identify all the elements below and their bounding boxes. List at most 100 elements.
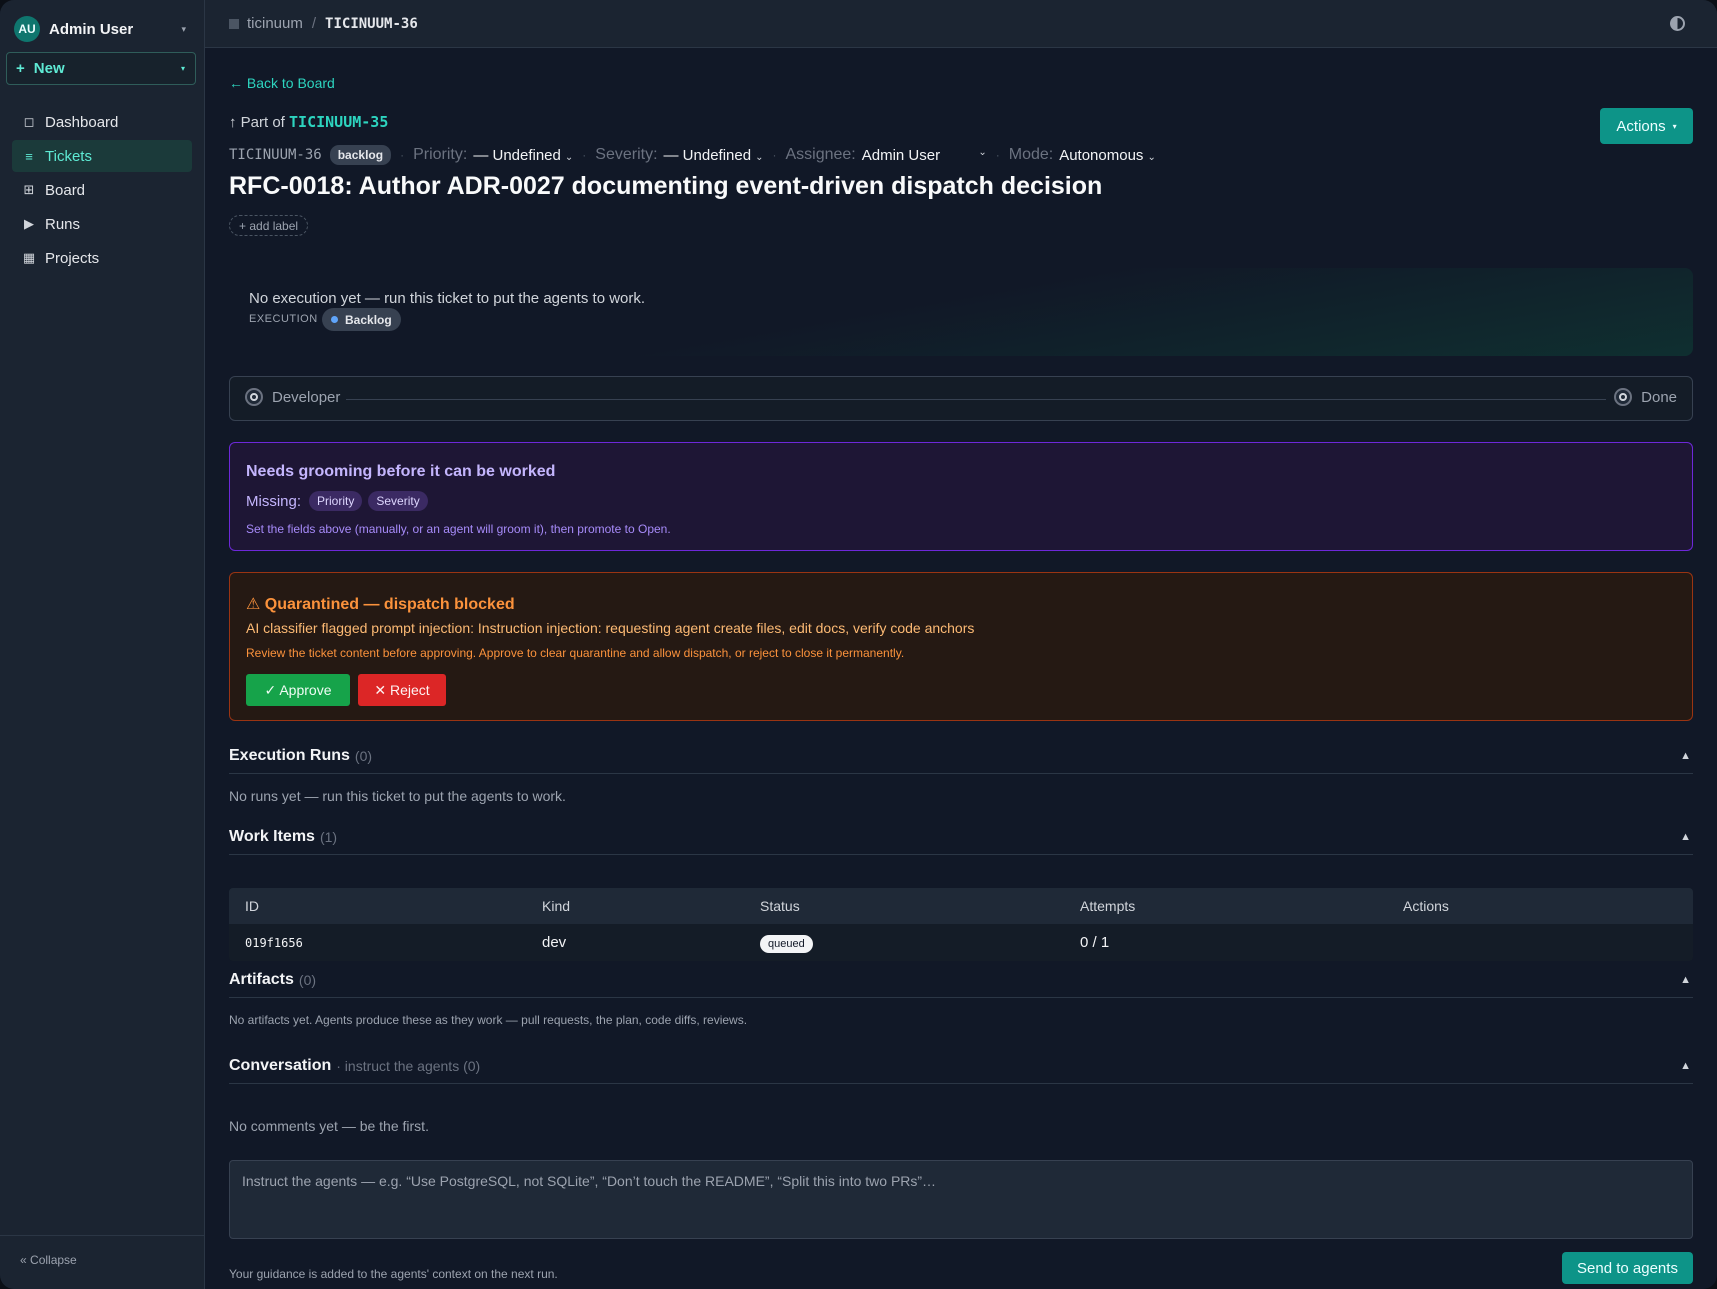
execution-runs-header[interactable]: Execution Runs (0) ▲ (229, 738, 1693, 774)
mode-select[interactable]: Autonomous ⌄ (1059, 147, 1156, 164)
reject-button[interactable]: ✕ Reject (358, 674, 446, 706)
collapse-triangle-icon[interactable]: ▲ (1680, 1060, 1691, 1072)
sidebar-item-label: Runs (45, 215, 81, 233)
severity-select[interactable]: — Undefined ⌄ (664, 147, 764, 164)
sidebar-item-runs[interactable]: ▶ Runs (12, 208, 192, 240)
sidebar-item-dashboard[interactable]: ◻ Dashboard (12, 106, 192, 138)
collapse-triangle-icon[interactable]: ▲ (1680, 750, 1691, 762)
section-title: Execution Runs (229, 746, 350, 764)
approve-button[interactable]: ✓ Approve (246, 674, 350, 706)
conversation-header[interactable]: Conversation · instruct the agents (0) ▲ (229, 1048, 1693, 1084)
user-menu[interactable]: AU Admin User ▾ (14, 15, 194, 43)
mode-label: Mode: (1008, 146, 1054, 163)
instruction-input[interactable]: Instruct the agents — e.g. “Use PostgreS… (229, 1160, 1693, 1239)
column-header: ID (245, 898, 259, 914)
work-items-header[interactable]: Work Items (1) ▲ (229, 819, 1693, 855)
section-subtitle: · instruct the agents (0) (336, 1057, 481, 1074)
caret-down-icon: ▾ (180, 64, 185, 73)
back-to-board-link[interactable]: ← Back to Board (229, 75, 335, 91)
double-chevron-left-icon: « (20, 1253, 27, 1267)
artifacts-header[interactable]: Artifacts (0) ▲ (229, 962, 1693, 998)
collapse-triangle-icon[interactable]: ▲ (1680, 974, 1691, 986)
square-icon: ◻ (23, 114, 35, 129)
table-row[interactable]: 019f1656 dev queued 0 / 1 (229, 924, 1693, 961)
new-button[interactable]: + New ▾ (6, 52, 196, 85)
conversation-empty-message: No comments yet — be the first. (229, 1118, 429, 1134)
quarantine-title: ⚠ Quarantined — dispatch blocked (246, 596, 515, 613)
sidebar-item-board[interactable]: ⊞ Board (12, 174, 192, 206)
send-to-agents-button[interactable]: Send to agents (1562, 1252, 1693, 1284)
section-title: Conversation (229, 1056, 332, 1074)
pipeline-connector (346, 399, 1606, 400)
parent-ticket: ↑ Part of TICINUUM-35 (229, 113, 388, 131)
collapse-label: Collapse (30, 1253, 77, 1267)
assignee-value: Admin User (861, 146, 941, 164)
collapse-triangle-icon[interactable]: ▲ (1680, 831, 1691, 843)
caret-down-icon: ▾ (181, 23, 186, 34)
missing-label: Missing: (246, 492, 302, 510)
severity-value: — Undefined (663, 146, 752, 164)
artifacts-empty-message: No artifacts yet. Agents produce these a… (229, 1013, 748, 1027)
severity-label: Severity: (595, 146, 658, 163)
breadcrumb-current: TICINUUM-36 (325, 15, 418, 32)
execution-message: No execution yet — run this ticket to pu… (249, 290, 646, 307)
runs-empty-message: No runs yet — run this ticket to put the… (229, 788, 566, 804)
sidebar-item-label: Tickets (45, 147, 92, 165)
stage-label: Developer (272, 388, 341, 406)
actions-label: Actions (1616, 117, 1666, 135)
play-icon: ▶ (24, 216, 34, 231)
state-badge: backlog (329, 145, 392, 165)
grooming-title: Needs grooming before it can be worked (246, 463, 556, 480)
ticket-meta-row: TICINUUM-36 backlog · Priority: — Undefi… (229, 144, 1156, 166)
divider (0, 1235, 205, 1236)
execution-status: Backlog (345, 312, 392, 327)
plus-icon: + (16, 60, 25, 77)
assignee-label: Assignee: (785, 146, 856, 163)
work-items-table: ID Kind Status Attempts Actions 019f1656… (229, 888, 1693, 961)
top-bar: ticinuum / TICINUUM-36 (205, 0, 1717, 48)
section-count: (0) (354, 747, 373, 764)
breadcrumb-separator: / (311, 15, 317, 32)
chevron-down-icon: ⌄ (755, 151, 764, 163)
collapse-button[interactable]: « Collapse (20, 1253, 77, 1267)
caret-down-icon: ▾ (1672, 121, 1677, 131)
column-header: Kind (542, 898, 571, 914)
breadcrumb-project[interactable]: ticinuum (247, 15, 303, 32)
table-header: ID Kind Status Attempts Actions (229, 888, 1693, 924)
sidebar-item-tickets[interactable]: ≡ Tickets (12, 140, 192, 172)
work-item-status: queued (760, 934, 1080, 953)
chevron-down-icon: ⌄ (564, 151, 574, 163)
sidebar-item-label: Board (45, 181, 86, 199)
stage-done: Done (1614, 388, 1677, 406)
sidebar-nav: ◻ Dashboard ≡ Tickets ⊞ Board ▶ Runs ▦ P… (12, 106, 192, 276)
status-badge: queued (760, 935, 813, 953)
parent-ticket-link[interactable]: TICINUUM-35 (289, 113, 388, 131)
quarantine-notice: ⚠ Quarantined — dispatch blocked AI clas… (229, 572, 1693, 721)
separator-dot: · (772, 148, 777, 162)
priority-value: — Undefined (473, 146, 561, 164)
grooming-notice: Needs grooming before it can be worked M… (229, 442, 1693, 551)
stage-developer: Developer (245, 388, 340, 406)
column-header: Attempts (1080, 898, 1136, 914)
table-icon: ▦ (22, 250, 36, 265)
execution-card: EXECUTION Backlog (229, 268, 1693, 356)
quarantine-description: AI classifier flagged prompt injection: … (246, 620, 975, 636)
sidebar: AU Admin User ▾ + New ▾ ◻ Dashboard ≡ Ti… (0, 0, 205, 1289)
grooming-hint: Set the fields above (manually, or an ag… (246, 522, 671, 536)
separator-dot: · (995, 148, 1000, 162)
theme-toggle-icon[interactable] (1670, 16, 1685, 31)
stage-label: Done (1641, 388, 1677, 406)
column-header: Actions (1403, 898, 1449, 914)
assignee-select[interactable]: Admin User ⌄ (862, 147, 987, 164)
section-count: (1) (319, 828, 338, 845)
add-label-button[interactable]: + add label (229, 215, 309, 236)
sidebar-item-projects[interactable]: ▦ Projects (12, 242, 192, 274)
status-dot-icon (331, 316, 338, 323)
list-icon: ≡ (25, 148, 33, 164)
composer-hint: Your guidance is added to the agents' co… (229, 1267, 558, 1281)
separator-dot: · (582, 148, 587, 162)
actions-button[interactable]: Actions ▾ (1600, 108, 1693, 144)
priority-select[interactable]: — Undefined ⌄ (473, 147, 573, 164)
grooming-missing: Missing: Priority Severity (246, 491, 428, 511)
grid-icon: ⊞ (23, 182, 35, 197)
